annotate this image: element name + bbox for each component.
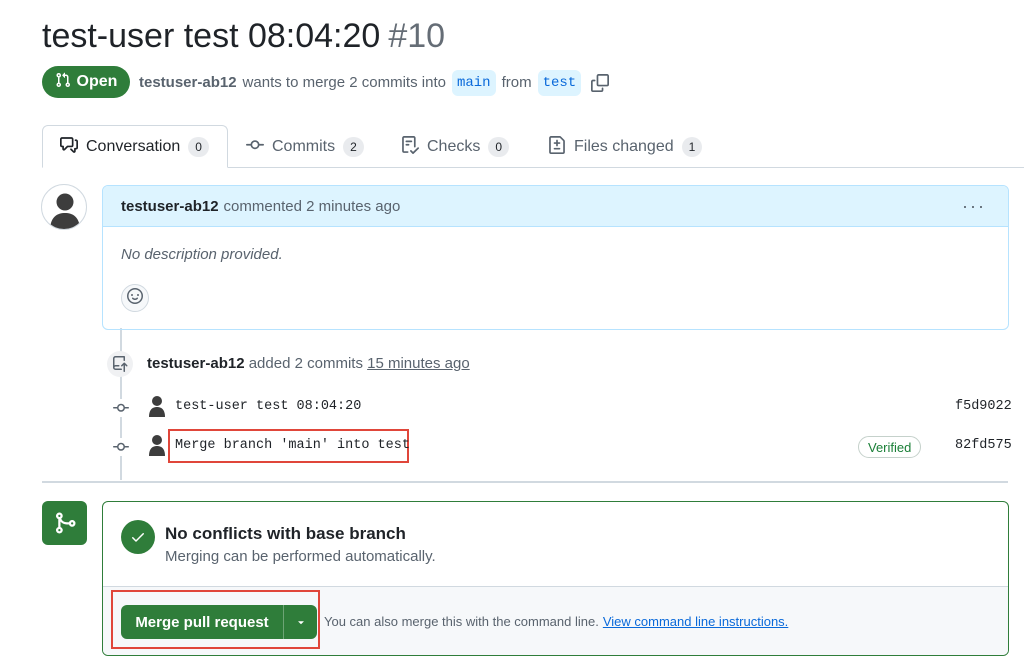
cli-instructions-link[interactable]: View command line instructions. [603,614,788,629]
tab-checks-label: Checks [427,138,481,155]
cli-hint: You can also merge this with the command… [324,614,788,629]
commits-event-time[interactable]: 15 minutes ago [367,355,470,372]
commit-sha[interactable]: 82fd575 [955,438,1012,453]
timeline-separator [42,481,1008,483]
verified-badge[interactable]: Verified [858,436,922,458]
git-pull-request-icon [55,72,71,93]
commit-node-icon [112,399,130,417]
comment-header: testuser-ab12 commented 2 minutes ago [103,186,1008,227]
tab-conversation[interactable]: Conversation 0 [60,136,209,158]
tab-files-changed-label: Files changed [574,138,674,155]
add-reaction-button[interactable] [121,284,149,312]
comment-body: No description provided. [121,246,283,263]
merge-status-icon-box [42,501,87,545]
avatar[interactable] [41,184,87,230]
comment-menu-icon[interactable]: ··· [962,196,986,217]
checks-icon [401,135,420,159]
comment-author[interactable]: testuser-ab12 [121,198,219,215]
pr-title: test-user test 08:04:20 #10 [42,14,445,58]
check-circle-icon [121,520,155,554]
copy-icon[interactable] [591,74,610,92]
tab-commits[interactable]: Commits 2 [246,136,364,158]
tab-commits-count: 2 [343,137,364,157]
file-diff-icon [548,135,566,159]
pr-state-label: Open [76,73,118,90]
commits-event-icon [107,351,133,377]
tab-checks[interactable]: Checks 0 [401,135,510,159]
commits-event-action: added 2 commits [248,355,363,372]
pr-title-text: test-user test 08:04:20 [42,17,381,55]
git-merge-icon [55,512,76,534]
tab-checks-count: 0 [488,137,510,157]
pr-state-badge: Open [42,66,130,98]
tab-conversation-label: Conversation [86,138,181,155]
pr-summary: wants to merge 2 commits into [242,74,446,91]
comment-timestamp: commented 2 minutes ago [223,197,401,215]
tab-files-changed[interactable]: Files changed 1 [548,135,703,159]
head-branch[interactable]: test [537,70,582,96]
tab-conversation-count: 0 [188,137,209,157]
comment-card: testuser-ab12 commented 2 minutes ago ··… [102,185,1009,330]
commits-event-text: testuser-ab12 added 2 commits 15 minutes… [147,353,470,375]
conversation-icon [60,136,78,159]
commit-sha[interactable]: f5d9022 [955,399,1012,414]
pr-meta: testuser-ab12 wants to merge 2 commits i… [139,70,610,96]
base-branch[interactable]: main [451,70,496,96]
from-word: from [501,74,532,91]
commit-message[interactable]: test-user test 08:04:20 [175,399,361,414]
merge-status-subtitle: Merging can be performed automatically. [165,548,436,565]
merge-button-highlight-box [111,590,320,649]
commit-icon [246,136,264,159]
merge-status-title: No conflicts with base branch [165,524,406,543]
user-avatar-icon [50,193,80,229]
cli-hint-text: You can also merge this with the command… [324,614,599,629]
pr-author-link[interactable]: testuser-ab12 [139,71,237,95]
pr-number: #10 [388,17,446,55]
repo-push-icon [113,356,128,372]
tab-files-changed-count: 1 [681,137,703,157]
smiley-icon [127,287,143,309]
commits-event-author[interactable]: testuser-ab12 [147,355,245,372]
commit-author-avatar-icon[interactable] [148,434,166,456]
commit-node-icon [112,438,130,456]
commit-author-avatar-icon[interactable] [148,395,166,417]
commit-message[interactable]: Merge branch 'main' into test [175,438,410,453]
tab-commits-label: Commits [272,138,336,155]
